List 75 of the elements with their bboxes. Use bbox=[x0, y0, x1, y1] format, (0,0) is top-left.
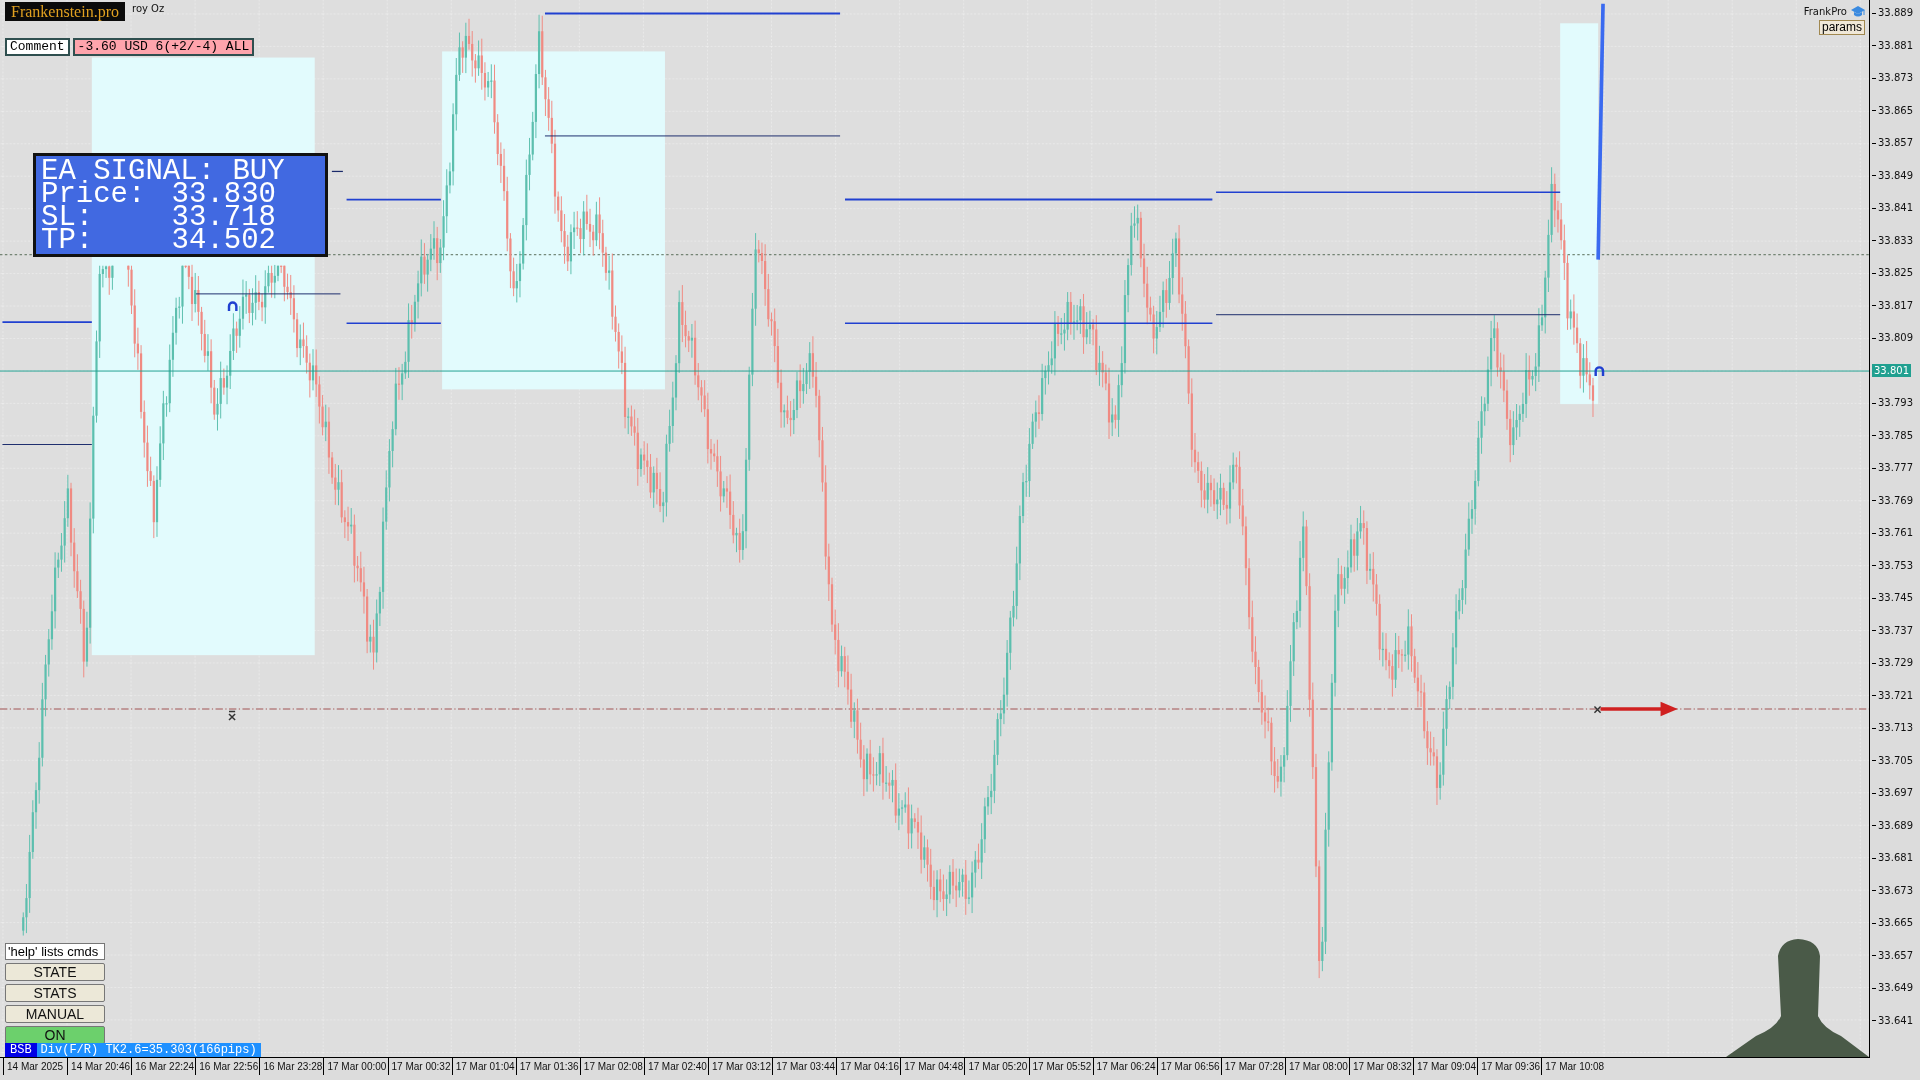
price-tick: 33.681 bbox=[1870, 842, 1920, 875]
price-tick: 33.777 bbox=[1870, 452, 1920, 485]
price-tick: 33.729 bbox=[1870, 647, 1920, 680]
price-tick: 33.857 bbox=[1870, 127, 1920, 160]
time-label: 17 Mar 09:36 bbox=[1477, 1058, 1542, 1075]
price-tick: 33.665 bbox=[1870, 907, 1920, 940]
result-summary: -3.60 USD 6(+2/-4) ALL bbox=[72, 38, 255, 56]
price-tick: 33.865 bbox=[1870, 94, 1920, 127]
price-tick: 33.657 bbox=[1870, 939, 1920, 972]
symbol-description: roy Oz bbox=[132, 3, 165, 14]
price-tick: 33.889 bbox=[1870, 0, 1920, 30]
signal-value: 34.502 bbox=[170, 229, 276, 252]
time-label: 17 Mar 00:32 bbox=[387, 1058, 452, 1075]
time-label: 17 Mar 05:20 bbox=[964, 1058, 1029, 1075]
time-label: 17 Mar 05:52 bbox=[1028, 1058, 1093, 1075]
time-label: 16 Mar 22:24 bbox=[131, 1058, 196, 1075]
time-label: 17 Mar 09:04 bbox=[1413, 1058, 1478, 1075]
price-tick: 33.673 bbox=[1870, 874, 1920, 907]
time-label: 17 Mar 01:36 bbox=[515, 1058, 580, 1075]
time-label: 17 Mar 00:00 bbox=[323, 1058, 388, 1075]
price-tick: 33.689 bbox=[1870, 809, 1920, 842]
price-tick: 33.737 bbox=[1870, 614, 1920, 647]
status-text: Div(F/R) TK2.6=35.303(166pips) bbox=[36, 1043, 261, 1057]
price-tick: 33.649 bbox=[1870, 972, 1920, 1005]
price-tick: 33.881 bbox=[1870, 29, 1920, 62]
command-button[interactable]: STATS bbox=[5, 984, 105, 1002]
time-label: 17 Mar 01:04 bbox=[451, 1058, 516, 1075]
time-label: 17 Mar 04:16 bbox=[836, 1058, 901, 1075]
comment-label: Comment bbox=[5, 38, 70, 56]
price-tick: 33.809 bbox=[1870, 322, 1920, 355]
price-tick: 33.825 bbox=[1870, 257, 1920, 290]
command-button[interactable]: MANUAL bbox=[5, 1005, 105, 1023]
command-button[interactable]: STATE bbox=[5, 963, 105, 981]
time-label: 17 Mar 02:40 bbox=[643, 1058, 709, 1075]
price-tick: 33.817 bbox=[1870, 289, 1920, 322]
price-tick: 33.849 bbox=[1870, 159, 1920, 192]
price-tick: 33.761 bbox=[1870, 517, 1920, 550]
time-label: 14 Mar 2025 bbox=[3, 1058, 68, 1075]
current-price-label: 33.801 bbox=[1872, 364, 1911, 378]
time-label: 17 Mar 07:28 bbox=[1220, 1058, 1285, 1075]
price-tick: 33.713 bbox=[1870, 712, 1920, 745]
price-tick: 33.769 bbox=[1870, 484, 1920, 517]
price-tick: 33.641 bbox=[1870, 1004, 1920, 1037]
price-tick: 33.841 bbox=[1870, 192, 1920, 225]
time-label: 14 Mar 20:46 bbox=[67, 1058, 132, 1075]
price-tick: 33.745 bbox=[1870, 582, 1920, 615]
status-tag: BSB bbox=[5, 1043, 37, 1057]
time-label: 16 Mar 22:56 bbox=[195, 1058, 260, 1075]
params-button[interactable]: params bbox=[1819, 20, 1865, 35]
price-tick: 33.705 bbox=[1870, 744, 1920, 777]
brand-label: FrankPro bbox=[1803, 6, 1847, 17]
time-label: 17 Mar 04:48 bbox=[900, 1058, 965, 1075]
price-tick: 33.785 bbox=[1870, 419, 1920, 452]
signal-label: SL: bbox=[41, 206, 94, 229]
price-tick: 33.697 bbox=[1870, 777, 1920, 810]
help-hint: 'help' lists cmds bbox=[5, 943, 105, 960]
price-tick: 33.833 bbox=[1870, 224, 1920, 257]
time-label: 17 Mar 06:24 bbox=[1092, 1058, 1157, 1075]
time-label: 17 Mar 06:56 bbox=[1156, 1058, 1221, 1075]
time-label: 17 Mar 03:44 bbox=[772, 1058, 837, 1075]
time-label: 17 Mar 08:00 bbox=[1284, 1058, 1349, 1075]
command-button[interactable]: ON bbox=[5, 1026, 105, 1044]
signal-label: TP: bbox=[41, 229, 95, 252]
time-label: 17 Mar 08:32 bbox=[1348, 1058, 1414, 1075]
signal-value: 33.830 bbox=[171, 183, 276, 206]
signal-value: 33.718 bbox=[170, 206, 276, 229]
time-label: 16 Mar 23:28 bbox=[259, 1058, 324, 1075]
price-tick: 33.873 bbox=[1870, 62, 1920, 95]
logo: Frankenstein.pro bbox=[5, 2, 125, 21]
price-tick: 33.793 bbox=[1870, 387, 1920, 420]
price-tick: 33.721 bbox=[1870, 679, 1920, 712]
price-tick: 33.753 bbox=[1870, 549, 1920, 582]
time-label: 17 Mar 02:08 bbox=[579, 1058, 644, 1075]
time-label: 17 Mar 10:08 bbox=[1541, 1058, 1606, 1075]
time-label: 17 Mar 03:12 bbox=[708, 1058, 773, 1075]
